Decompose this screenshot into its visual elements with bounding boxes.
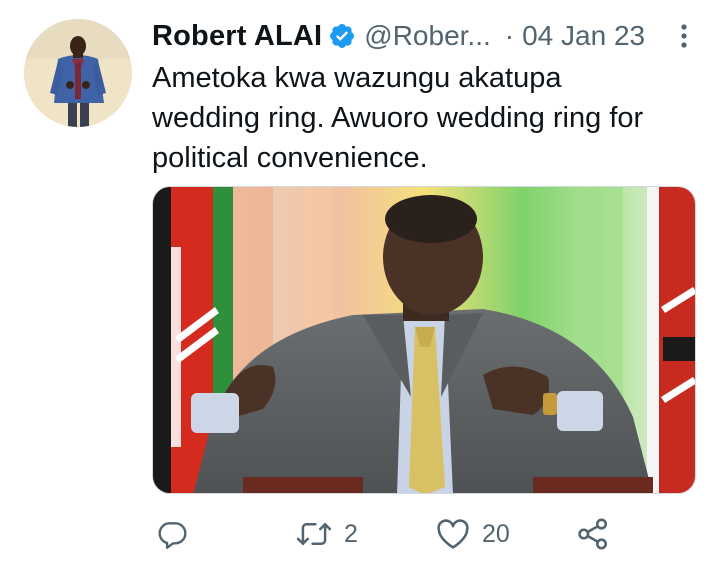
tweet: Robert ALAI @Rober... · 04 Jan 23 Ametok… [0,0,720,568]
more-options-icon[interactable] [676,20,692,52]
tweet-action-bar: 2 20 [152,512,692,556]
like-count: 20 [482,519,510,548]
share-icon [576,517,610,551]
tweet-date[interactable]: 04 Jan 23 [522,20,645,52]
reply-button[interactable] [156,512,188,556]
tweet-text-line: wedding ring. Awuoro wedding ring for [152,102,644,134]
like-button[interactable]: 20 [436,512,510,556]
author-display-name[interactable]: Robert ALAI [152,20,322,53]
retweet-button[interactable]: 2 [296,512,358,556]
retweet-icon [296,518,332,550]
reply-icon [156,518,188,550]
verified-badge-icon [328,22,356,50]
heart-icon [436,518,470,550]
author-avatar[interactable] [24,19,132,127]
author-handle[interactable]: @Rober... [364,20,490,52]
tweet-text-line: Ametoka kwa wazungu akatupa [152,62,562,94]
retweet-count: 2 [344,519,358,548]
tweet-media-photo[interactable] [152,186,696,494]
separator-dot: · [504,20,515,51]
tweet-text: Ametoka kwa wazungu akatupa wedding ring… [152,58,692,178]
tweet-header: Robert ALAI @Rober... · 04 Jan 23 [152,14,692,58]
share-button[interactable] [576,512,610,556]
tweet-text-line: political convenience. [152,142,428,174]
